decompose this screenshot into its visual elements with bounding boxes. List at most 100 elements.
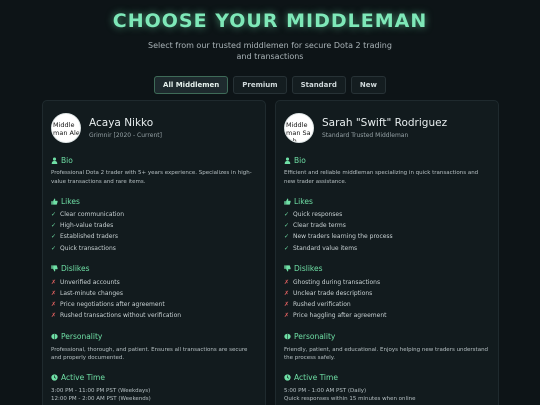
active-time-section: Active Time 3:00 PM - 11:00 PM PST (Week…	[51, 373, 257, 404]
dislike-text: Price negotiations after agreement	[60, 301, 165, 309]
dislike-text: Last-minute changes	[60, 290, 123, 298]
check-icon: ✓	[51, 222, 57, 230]
cross-icon: ✗	[284, 278, 290, 286]
clock-icon	[284, 374, 291, 381]
active-time-text: 5:00 PM - 1:00 AM PST (Daily)	[284, 387, 367, 394]
bio-title: Bio	[294, 155, 306, 165]
dislike-text: Unverified accounts	[60, 278, 120, 286]
bio-title: Bio	[61, 155, 73, 165]
personality-section: Personality Professional, thorough, and …	[51, 332, 257, 363]
check-icon: ✓	[51, 211, 57, 218]
personality-text: Professional, thorough, and patient. Ens…	[51, 346, 248, 362]
active-time-text: 3:00 PM - 11:00 PM PST (Weekdays)	[51, 387, 151, 394]
list-item: ✓ Clear trade terms	[284, 220, 490, 231]
like-text: New traders learning the process	[293, 233, 393, 241]
avatar: Middleman Alex	[51, 113, 81, 143]
tab-standard[interactable]: Standard	[291, 76, 346, 94]
bio-section: Bio Professional Dota 2 trader with 5+ y…	[51, 155, 257, 186]
list-item: ✗ Rushed verification	[284, 299, 490, 310]
middleman-card[interactable]: Middleman Sarah Sarah "Swift" Rodriguez …	[275, 100, 499, 405]
clock-icon	[51, 374, 58, 381]
check-icon: ✓	[51, 244, 57, 252]
middleman-role: Grimnir [2020 - Current]	[89, 132, 162, 139]
tab-all-middlemen[interactable]: All Middlemen	[154, 76, 229, 94]
personality-text: Friendly, patient, and educational. Enjo…	[284, 346, 489, 362]
dislike-text: Rushed transactions without verification	[60, 312, 182, 320]
active-time-title: Active Time	[61, 373, 105, 383]
check-icon: ✓	[284, 244, 290, 252]
dislikes-section: Dislikes ✗ Unverified accounts ✗ Last-minu…	[51, 264, 257, 322]
page-title: CHOOSE YOUR MIDDLEMAN	[112, 10, 428, 32]
active-time-title: Active Time	[294, 373, 338, 383]
like-text: Quick responses	[293, 211, 343, 218]
personality-title: Personality	[61, 332, 103, 342]
active-time-text: Quick responses within 15 minutes when o…	[284, 396, 416, 403]
dislike-text: Unclear trade descriptions	[293, 290, 373, 298]
middleman-card[interactable]: Middleman Alex Acaya Nikko Grimnir [2020…	[42, 100, 266, 405]
likes-section: Likes ✓ Clear communication ✓ High-value t…	[51, 196, 257, 254]
list-item: ✓ High-value trades	[51, 220, 257, 231]
list-item: ✓ Clear communication	[51, 209, 257, 220]
cross-icon: ✗	[51, 278, 57, 286]
dislikes-title: Dislikes	[61, 264, 90, 274]
cross-icon: ✗	[51, 301, 57, 309]
thumbs-down-icon	[284, 265, 291, 272]
bio-text: Efficient and reliable middleman special…	[284, 170, 479, 185]
thumbs-up-icon	[51, 198, 58, 205]
cross-icon: ✗	[51, 312, 57, 320]
dislikes-section: Dislikes ✗ Ghosting during transactions ✗…	[284, 264, 490, 322]
page-subtitle: Select from our trusted middlemen for se…	[148, 41, 392, 61]
check-icon: ✓	[284, 211, 290, 218]
profile-header: Middleman Sarah Sarah "Swift" Rodriguez …	[284, 111, 490, 145]
list-item: ✓ New traders learning the process	[284, 231, 490, 242]
like-text: Standard value items	[293, 244, 358, 252]
list-item: ✗ Price haggling after agreement	[284, 310, 490, 321]
list-item: ✗ Ghosting during transactions	[284, 277, 490, 288]
like-text: High-value trades	[60, 222, 114, 230]
profile-header: Middleman Alex Acaya Nikko Grimnir [2020…	[51, 111, 257, 145]
dislike-text: Ghosting during transactions	[293, 278, 381, 286]
user-icon	[284, 157, 291, 164]
list-item: ✗ Price negotiations after agreement	[51, 299, 257, 310]
check-icon: ✓	[284, 233, 290, 241]
list-item: ✓ Quick transactions	[51, 243, 257, 254]
cross-icon: ✗	[284, 312, 290, 320]
thumbs-down-icon	[51, 265, 58, 272]
dislike-text: Price haggling after agreement	[293, 312, 387, 320]
page-header: CHOOSE YOUR MIDDLEMAN Select from our tr…	[0, 0, 540, 62]
list-item: ✗ Rushed transactions without verificatio…	[51, 310, 257, 321]
likes-section: Likes ✓ Quick responses ✓ Clear trade term…	[284, 196, 490, 254]
check-icon: ✓	[284, 222, 290, 230]
cross-icon: ✗	[284, 301, 290, 309]
active-time-text: 12:00 PM - 2:00 AM PST (Weekends)	[51, 396, 151, 403]
tab-premium[interactable]: Premium	[233, 76, 287, 94]
likes-title: Likes	[61, 196, 80, 206]
avatar: Middleman Sarah	[284, 113, 314, 143]
middleman-name: Sarah "Swift" Rodriguez	[322, 117, 448, 129]
thumbs-up-icon	[284, 198, 291, 205]
list-item: ✓ Quick responses	[284, 209, 490, 220]
likes-title: Likes	[294, 196, 313, 206]
user-icon	[51, 157, 58, 164]
brain-icon	[284, 333, 291, 340]
check-icon: ✓	[51, 233, 57, 241]
like-text: Quick transactions	[60, 244, 116, 252]
tab-new[interactable]: New	[350, 76, 386, 94]
filter-tabs: All Middlemen Premium Standard New	[0, 76, 540, 94]
brain-icon	[51, 333, 58, 340]
list-item: ✗ Unverified accounts	[51, 277, 257, 288]
list-item: ✗ Unclear trade descriptions	[284, 288, 490, 299]
list-item: ✗ Last-minute changes	[51, 288, 257, 299]
bio-section: Bio Efficient and reliable middleman spe…	[284, 155, 490, 186]
cross-icon: ✗	[51, 290, 57, 298]
middleman-role: Standard Trusted Middleman	[322, 132, 409, 139]
list-item: ✓ Established traders	[51, 231, 257, 242]
cross-icon: ✗	[284, 290, 290, 298]
like-text: Clear communication	[60, 211, 124, 218]
bio-text: Professional Dota 2 trader with 5+ years…	[51, 170, 252, 185]
personality-section: Personality Friendly, patient, and educa…	[284, 332, 490, 363]
active-time-section: Active Time 5:00 PM - 1:00 AM PST (Daily…	[284, 373, 490, 404]
dislike-text: Rushed verification	[293, 301, 351, 309]
like-text: Clear trade terms	[293, 222, 346, 230]
like-text: Established traders	[60, 233, 119, 241]
